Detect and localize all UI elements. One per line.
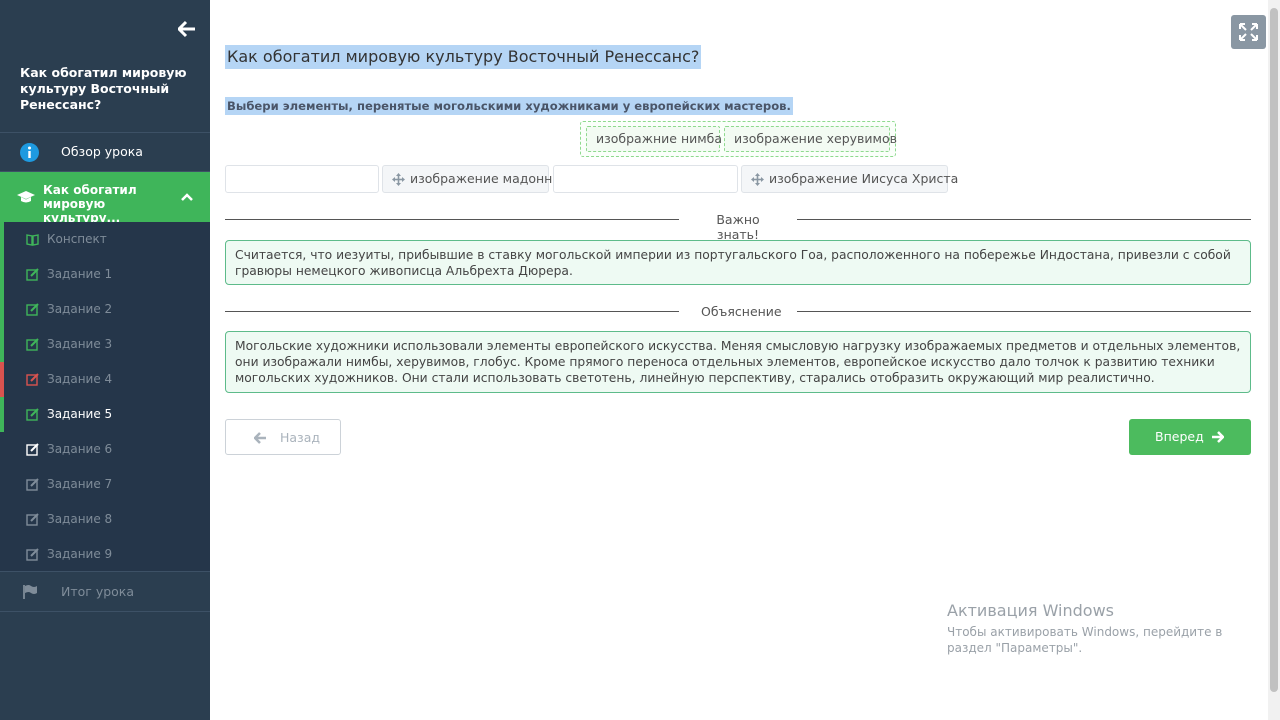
lesson-title: Как обогатил мировую культуру Восточный … (20, 65, 187, 112)
edit-icon (26, 513, 39, 526)
sidebar-item-label: Как обогатил мировую культуру... (43, 183, 137, 225)
windows-activation-watermark: Активация Windows Чтобы активировать Win… (947, 601, 1247, 656)
sidebar-item-task-9[interactable]: Задание 9 (0, 537, 210, 572)
sidebar-item-current-lesson[interactable]: Как обогатил мировую культуру... (0, 172, 210, 225)
placed-answer-label: изображение мадонн (410, 171, 553, 186)
windows-activation-title: Активация Windows (947, 601, 1114, 620)
flag-icon (23, 585, 37, 599)
sidebar-item-task-8[interactable]: Задание 8 (0, 502, 210, 537)
explanation-text: Могольские художники использовали элемен… (225, 331, 1251, 393)
scrollbar[interactable] (1268, 0, 1280, 720)
answer-chip[interactable]: изображение херувимов (724, 126, 897, 152)
status-bar (0, 362, 4, 397)
explanation-heading: Объяснение (679, 304, 797, 319)
sidebar-item-task-2[interactable]: Задание 2 (0, 292, 210, 327)
edit-icon (26, 338, 39, 351)
next-button[interactable]: Вперед (1129, 419, 1251, 455)
sidebar-item-label: Задание 5 (47, 407, 113, 421)
expand-icon (1239, 23, 1258, 41)
graduation-cap-icon (17, 191, 35, 203)
sidebar-item-task-1[interactable]: Задание 1 (0, 257, 210, 292)
move-icon (392, 173, 405, 186)
important-heading: Важно знать! (679, 212, 797, 242)
windows-activation-text: Чтобы активировать Windows, перейдите в … (947, 625, 1223, 655)
sidebar-item-label: Задание 4 (47, 372, 113, 386)
sidebar-item-task-6[interactable]: Задание 6 (0, 432, 210, 467)
status-bar (0, 222, 4, 257)
sidebar-item-summary-notes[interactable]: Конспект (0, 222, 210, 257)
sidebar-item-task-7[interactable]: Задание 7 (0, 467, 210, 502)
sidebar-item-label: Задание 3 (47, 337, 113, 351)
drop-slot[interactable] (225, 165, 379, 193)
placed-answer-label: изображение Иисуса Христа (769, 171, 959, 186)
move-icon (751, 173, 764, 186)
sidebar-item-task-3[interactable]: Задание 3 (0, 327, 210, 362)
edit-icon (26, 443, 39, 456)
sidebar-item-label: Задание 6 (47, 442, 113, 456)
status-bar (0, 397, 4, 432)
edit-icon (26, 478, 39, 491)
sidebar-item-label: Задание 7 (47, 477, 113, 491)
edit-icon (26, 373, 39, 386)
answer-bank[interactable]: изображние нимба изображение херувимов (580, 121, 897, 157)
sidebar-item-label: Обзор урока (61, 144, 143, 159)
sidebar-item-overview[interactable]: Обзор урока (0, 133, 210, 171)
status-bar (0, 257, 4, 292)
sidebar-item-label: Задание 9 (47, 547, 113, 561)
sidebar-item-label: Задание 8 (47, 512, 113, 526)
page-title: Как обогатил мировую культуру Восточный … (225, 45, 702, 69)
sidebar-item-label: Конспект (47, 232, 107, 246)
edit-icon (26, 408, 39, 421)
answer-chip[interactable]: изображние нимба (586, 126, 722, 152)
edit-icon (26, 303, 39, 316)
arrow-right-icon (1212, 431, 1224, 443)
important-note: Считается, что иезуиты, прибывшие в став… (225, 240, 1251, 285)
sidebar-item-lesson-summary[interactable]: Итог урока (0, 572, 210, 612)
info-icon (20, 143, 39, 162)
edit-icon (26, 268, 39, 281)
back-button[interactable]: Назад (225, 419, 341, 455)
chevron-up-icon[interactable] (180, 191, 194, 203)
task-instruction: Выбери элементы, перенятые могольскими х… (225, 97, 793, 115)
status-bar (0, 327, 4, 362)
sidebar-item-label: Итог урока (61, 584, 135, 599)
book-icon (26, 234, 39, 246)
next-button-label: Вперед (1155, 429, 1204, 444)
sidebar-item-task-5[interactable]: Задание 5 (0, 397, 210, 432)
divider (0, 611, 210, 612)
back-arrow-icon[interactable] (177, 20, 198, 40)
sidebar-item-label: Задание 2 (47, 302, 113, 316)
back-button-label: Назад (280, 430, 321, 445)
lesson-contents-list: Конспект Задание 1 Задание 2 Задание 3 З… (0, 222, 210, 572)
status-bar (0, 292, 4, 327)
arrow-left-icon (254, 432, 266, 444)
fullscreen-button[interactable] (1231, 15, 1266, 49)
scrollbar-thumb[interactable] (1270, 8, 1278, 692)
edit-icon (26, 548, 39, 561)
drop-slot[interactable] (553, 165, 738, 193)
sidebar: Как обогатил мировую культуру Восточный … (0, 0, 210, 720)
placed-answer[interactable]: изображение Иисуса Христа (741, 165, 958, 193)
sidebar-item-label: Задание 1 (47, 267, 113, 281)
sidebar-item-task-4[interactable]: Задание 4 (0, 362, 210, 397)
placed-answer[interactable]: изображение мадонн (382, 165, 553, 193)
